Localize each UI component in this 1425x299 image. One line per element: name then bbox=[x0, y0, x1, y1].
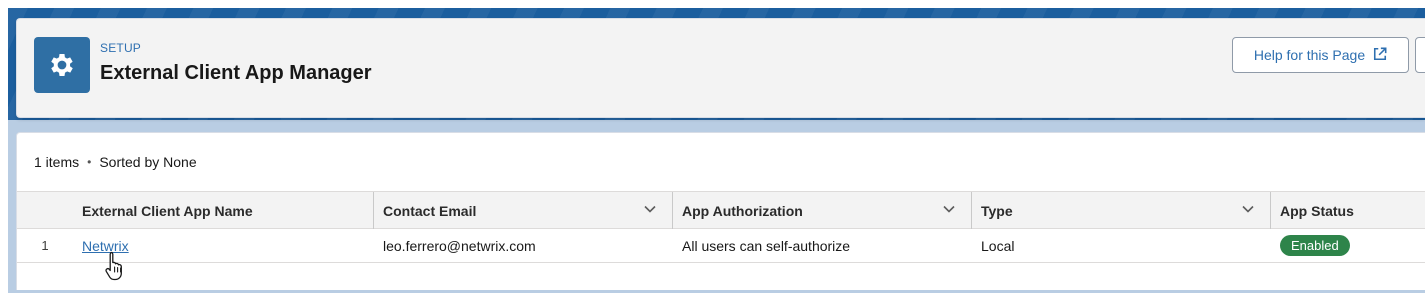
item-count: 1 items bbox=[34, 154, 80, 170]
app-status-cell: Enabled bbox=[1271, 229, 1425, 262]
page-title: External Client App Manager bbox=[100, 62, 372, 84]
help-button[interactable]: Help for this Page bbox=[1232, 37, 1409, 73]
table-row: 1 Netwrix leo.ferrero@netwrix.com All us… bbox=[17, 229, 1425, 263]
status-badge: Enabled bbox=[1280, 235, 1350, 256]
type-cell: Local bbox=[981, 237, 1015, 254]
sort-status: Sorted by None bbox=[99, 154, 197, 170]
setup-gear-icon bbox=[34, 37, 90, 93]
row-number: 1 bbox=[41, 238, 49, 253]
chevron-down-icon[interactable] bbox=[942, 202, 956, 219]
meta-separator: • bbox=[87, 155, 92, 169]
table-header: External Client App Name Contact Email A… bbox=[17, 191, 1425, 229]
header-more-button[interactable] bbox=[1415, 37, 1425, 73]
column-header-app-name[interactable]: External Client App Name bbox=[73, 192, 374, 229]
list-meta: 1 items • Sorted by None bbox=[34, 154, 197, 170]
external-link-icon bbox=[1373, 47, 1387, 64]
chevron-down-icon[interactable] bbox=[1241, 202, 1255, 219]
hand-pointer-cursor-icon bbox=[104, 250, 128, 287]
app-list-card: 1 items • Sorted by None External Client… bbox=[16, 132, 1425, 290]
app-authorization-cell: All users can self-authorize bbox=[682, 237, 851, 254]
chevron-down-icon[interactable] bbox=[643, 202, 657, 219]
column-header-type[interactable]: Type bbox=[972, 192, 1271, 229]
breadcrumb-setup: SETUP bbox=[100, 41, 142, 55]
column-header-app-status[interactable]: App Status bbox=[1271, 192, 1425, 229]
column-header-contact-email[interactable]: Contact Email bbox=[374, 192, 673, 229]
contact-email-cell: leo.ferrero@netwrix.com bbox=[383, 237, 536, 254]
column-header-app-authorization[interactable]: App Authorization bbox=[673, 192, 972, 229]
help-button-label: Help for this Page bbox=[1253, 47, 1366, 63]
row-number-header bbox=[17, 192, 73, 229]
